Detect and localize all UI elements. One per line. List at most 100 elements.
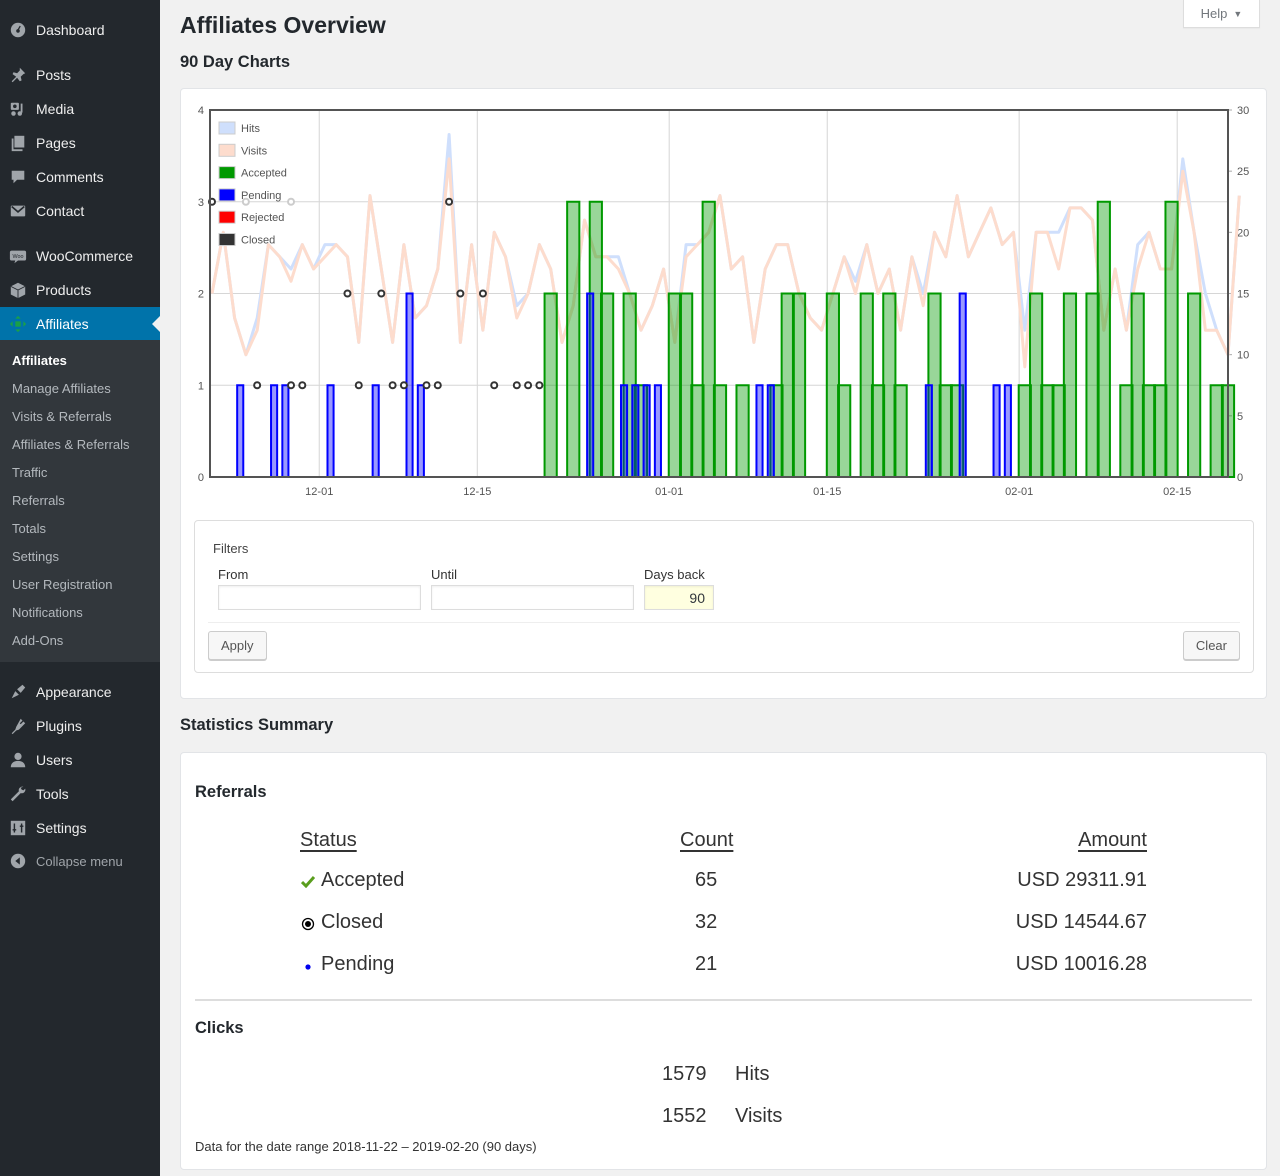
legend-label-closed: Closed — [241, 235, 275, 247]
column-header-amount: Amount — [1078, 829, 1147, 851]
woo-icon: Woo — [0, 247, 36, 265]
comment-icon — [0, 168, 36, 186]
submenu-item-affiliates-referrals[interactable]: Affiliates & Referrals — [12, 436, 130, 454]
count-value: 32 — [695, 911, 718, 933]
menu-item-label: Dashboard — [36, 22, 105, 38]
submenu-item-notifications[interactable]: Notifications — [12, 604, 83, 622]
legend-label-accepted: Accepted — [241, 168, 287, 180]
menu-item-comments[interactable]: Comments — [0, 160, 160, 194]
menu-item-tools[interactable]: Tools — [0, 777, 160, 811]
apply-button[interactable]: Apply — [208, 631, 267, 660]
point-closed — [524, 381, 533, 390]
submenu-item-totals[interactable]: Totals — [12, 520, 46, 538]
statistics-panel: Referrals Status Count Amount Accepted 65… — [180, 752, 1267, 1170]
collapse-menu-button[interactable]: Collapse menu — [0, 844, 160, 878]
wrench-icon — [0, 785, 36, 803]
legend-swatch-rejected — [218, 210, 236, 224]
legend-item-closed: Closed — [218, 233, 275, 247]
amount-value: USD 10016.28 — [1015, 953, 1147, 975]
menu-item-label: Pages — [36, 135, 76, 151]
bar-pending — [766, 384, 775, 478]
submenu-item-add-ons[interactable]: Add-Ons — [12, 632, 63, 650]
submenu-item-user-registration[interactable]: User Registration — [12, 576, 112, 594]
menu-item-label: Posts — [36, 67, 72, 83]
x-tick-label: 01-15 — [813, 486, 841, 498]
menu-item-products[interactable]: Products — [0, 273, 160, 307]
bar-pending — [631, 384, 640, 478]
bar-pending — [281, 384, 290, 478]
submenu-item-manage-affiliates[interactable]: Manage Affiliates — [12, 380, 111, 398]
menu-item-pages[interactable]: Pages — [0, 126, 160, 160]
legend-item-pending: Pending — [218, 188, 281, 202]
envelope-icon — [0, 202, 36, 220]
legend-item-accepted: Accepted — [218, 166, 287, 180]
user-icon — [0, 751, 36, 769]
clear-button[interactable]: Clear — [1182, 631, 1240, 660]
menu-item-dashboard[interactable]: Dashboard — [0, 13, 160, 47]
menu-item-settings[interactable]: Settings — [0, 811, 160, 845]
bar-accepted — [893, 384, 908, 478]
check-icon — [300, 875, 316, 893]
submenu-item-visits-referrals[interactable]: Visits & Referrals — [12, 408, 111, 426]
y-right-tick-label: 10 — [1237, 350, 1249, 362]
collapse-icon — [0, 852, 36, 870]
bar-accepted — [1164, 200, 1179, 478]
brush-icon — [0, 683, 36, 701]
dashboard-icon — [0, 21, 36, 39]
bar-accepted — [566, 200, 581, 478]
from-label: From — [218, 567, 249, 582]
days-back-label: Days back — [644, 567, 705, 582]
days-back-input[interactable] — [644, 585, 714, 610]
x-tick-label: 02-15 — [1163, 486, 1191, 498]
menu-item-media[interactable]: Media — [0, 92, 160, 126]
legend-swatch-pending — [218, 188, 236, 202]
bar-pending — [326, 384, 335, 478]
affiliates-icon — [0, 315, 36, 333]
legend-swatch-hits — [218, 121, 236, 135]
legend-item-rejected: Rejected — [218, 210, 284, 224]
menu-item-affiliates[interactable]: Affiliates — [0, 307, 160, 341]
x-tick-label: 12-15 — [463, 486, 491, 498]
menu-item-woocommerce[interactable]: Woo WooCommerce — [0, 239, 160, 273]
menu-item-label: Contact — [36, 203, 85, 219]
status-label: Pending — [321, 953, 395, 975]
chart-panel: 0 1 2 3 4 0 5 10 15 20 25 30 12-01 12-15 01-01 01-15 02-… — [180, 88, 1267, 699]
bar-pending — [236, 384, 245, 478]
point-closed — [343, 289, 352, 298]
menu-item-contact[interactable]: Contact — [0, 194, 160, 228]
point-closed — [399, 381, 408, 390]
menu-item-appearance[interactable]: Appearance — [0, 675, 160, 709]
bar-accepted — [600, 292, 615, 478]
y-right-tick-label: 15 — [1237, 289, 1249, 301]
submenu-item-referrals[interactable]: Referrals — [12, 492, 65, 510]
bar-pending — [924, 384, 933, 478]
bar-accepted — [735, 384, 750, 478]
menu-item-label: Plugins — [36, 718, 82, 734]
y-right-tick-label: 5 — [1237, 411, 1243, 423]
until-input[interactable] — [431, 585, 634, 610]
submenu-item-traffic[interactable]: Traffic — [12, 464, 47, 482]
box-icon — [0, 281, 36, 299]
point-closed — [490, 381, 499, 390]
point-closed — [512, 381, 521, 390]
bar-accepted — [712, 384, 728, 478]
from-input[interactable] — [218, 585, 421, 610]
page-title: Affiliates Overview — [180, 12, 386, 38]
submenu-item-affiliates[interactable]: Affiliates — [12, 352, 67, 370]
y-right-tick-label: 0 — [1237, 472, 1243, 484]
bar-pending — [958, 292, 967, 478]
caret-down-icon: ▼ — [1233, 8, 1243, 19]
bar-pending — [642, 384, 651, 478]
clicks-value: 1579 — [662, 1063, 707, 1085]
plugin-icon — [0, 717, 36, 735]
y-left-tick-label: 4 — [198, 105, 204, 117]
submenu-item-settings[interactable]: Settings — [12, 548, 59, 566]
menu-item-label: Comments — [36, 169, 104, 185]
legend-swatch-closed — [218, 233, 236, 246]
menu-item-posts[interactable]: Posts — [0, 58, 160, 92]
help-button[interactable]: Help ▼ — [1183, 0, 1260, 28]
menu-item-plugins[interactable]: Plugins — [0, 709, 160, 743]
column-header-count: Count — [680, 829, 734, 851]
menu-item-users[interactable]: Users — [0, 743, 160, 777]
point-closed — [377, 289, 386, 298]
